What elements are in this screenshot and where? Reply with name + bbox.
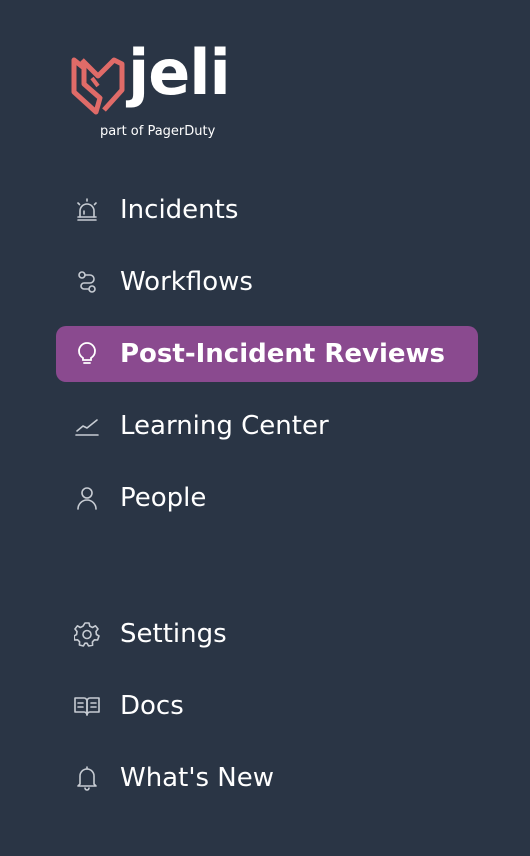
nav-item-learning-center[interactable]: Learning Center — [56, 398, 478, 454]
nav-label-people: People — [120, 483, 207, 513]
nav-item-settings[interactable]: Settings — [56, 606, 478, 662]
nav-item-incidents[interactable]: Incidents — [56, 182, 478, 238]
nav-label-post-incident-reviews: Post-Incident Reviews — [120, 339, 445, 369]
bell-icon — [74, 765, 100, 791]
brand-tagline: part of PagerDuty — [100, 124, 216, 139]
brand-name: jeli — [128, 36, 231, 109]
gear-icon — [74, 621, 100, 647]
nav-item-post-incident-reviews[interactable]: Post-Incident Reviews — [56, 326, 478, 382]
nav-item-docs[interactable]: Docs — [56, 678, 478, 734]
chart-line-icon — [74, 413, 100, 439]
person-icon — [74, 485, 100, 511]
nav-label-incidents: Incidents — [120, 195, 239, 225]
nav-item-workflows[interactable]: Workflows — [56, 254, 478, 310]
nav-label-docs: Docs — [120, 691, 184, 721]
lightbulb-icon — [74, 341, 100, 367]
book-icon — [74, 693, 100, 719]
nav-label-workflows: Workflows — [120, 267, 253, 297]
nav-item-people[interactable]: People — [56, 470, 478, 526]
nav-label-learning-center: Learning Center — [120, 411, 329, 441]
sidebar: jeli part of PagerDuty Incidents Workflo… — [0, 0, 530, 856]
brand-logo[interactable]: jeli part of PagerDuty — [70, 42, 240, 147]
jeli-logo-mark-icon — [71, 57, 125, 115]
nav-label-settings: Settings — [120, 619, 227, 649]
nav-item-whats-new[interactable]: What's New — [56, 750, 478, 806]
workflow-icon — [74, 269, 100, 295]
nav-label-whats-new: What's New — [120, 763, 274, 793]
siren-icon — [74, 197, 100, 223]
